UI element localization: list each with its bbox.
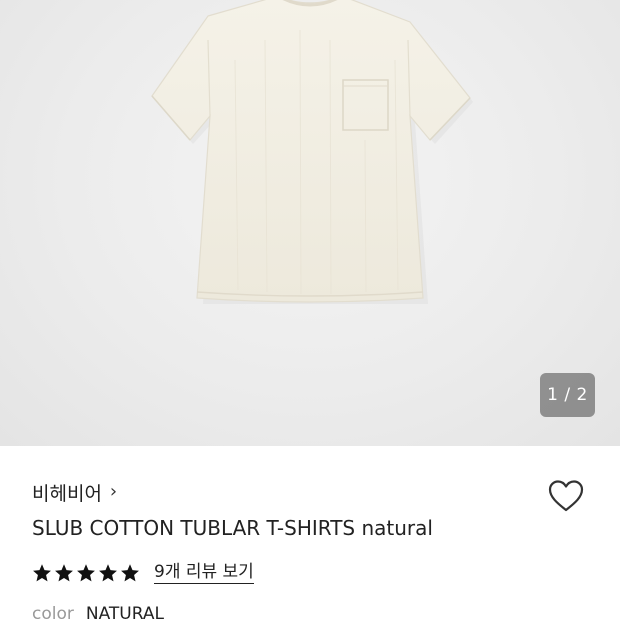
tshirt-product-image <box>151 0 473 304</box>
chevron-right-icon: › <box>109 481 118 502</box>
view-reviews-link[interactable]: 9개 리뷰 보기 <box>154 562 254 584</box>
product-image-gallery[interactable]: 1 / 2 <box>0 0 620 446</box>
star-icon <box>77 564 95 582</box>
star-icon <box>121 564 139 582</box>
image-page-counter: 1 / 2 <box>540 373 595 417</box>
brand-link[interactable]: 비헤비어 › <box>32 478 117 506</box>
option-value: NATURAL <box>85 604 164 624</box>
rating-stars <box>32 563 140 583</box>
option-color-row: color NATURAL <box>32 604 164 624</box>
product-title: SLUB COTTON TUBLAR T-SHIRTS natural <box>32 516 433 540</box>
brand-name: 비헤비어 <box>32 482 102 505</box>
rating-row: 9개 리뷰 보기 <box>32 559 254 587</box>
star-icon <box>99 564 117 582</box>
star-icon <box>33 564 51 582</box>
option-label: color <box>32 604 74 624</box>
star-icon <box>55 564 73 582</box>
wishlist-heart-icon[interactable] <box>546 478 586 514</box>
